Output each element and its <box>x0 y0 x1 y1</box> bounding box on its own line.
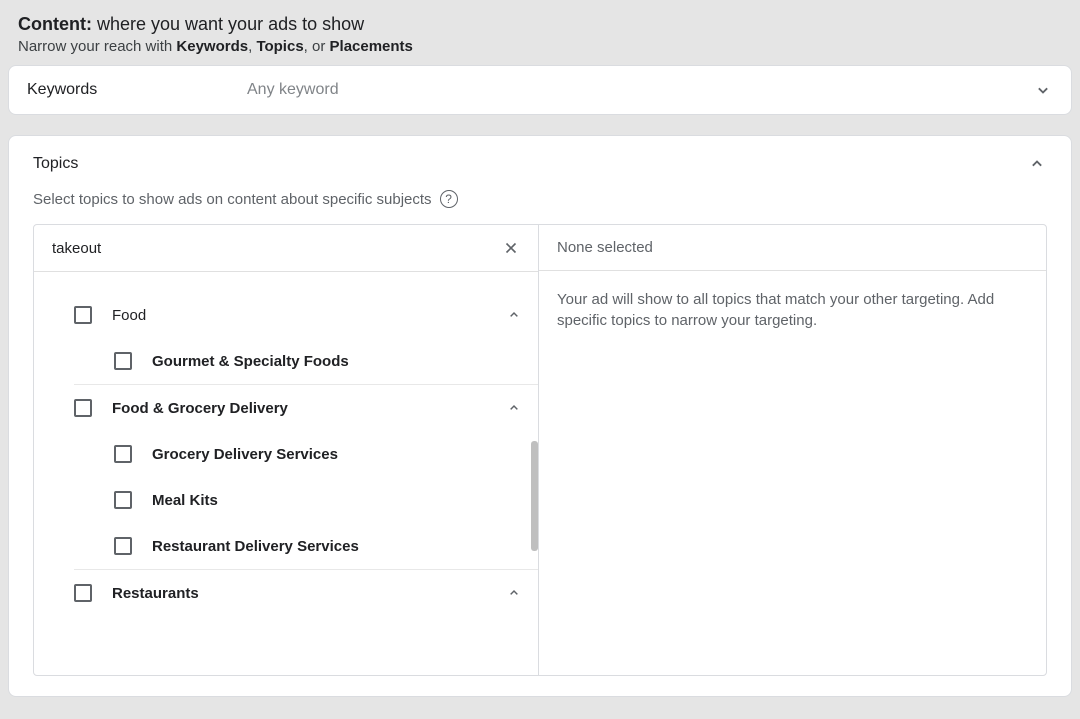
help-icon[interactable]: ? <box>440 190 458 208</box>
topic-label: Restaurant Delivery Services <box>152 538 538 555</box>
topic-row-mealkits[interactable]: Meal Kits <box>114 477 538 523</box>
subtitle-placements: Placements <box>330 38 413 55</box>
chevron-up-icon[interactable] <box>506 307 522 323</box>
topics-description: Select topics to show ads on content abo… <box>33 191 432 208</box>
topic-row-food[interactable]: Food <box>74 292 538 338</box>
topic-label: Food <box>112 307 506 324</box>
topic-label: Meal Kits <box>152 492 538 509</box>
checkbox[interactable] <box>74 399 92 417</box>
topics-tree: Food Gourmet & Specialty Foods Food & Gr… <box>34 272 538 626</box>
subtitle-a: Narrow your reach with <box>18 38 176 55</box>
topics-card: Topics Select topics to show ads on cont… <box>8 135 1072 697</box>
topic-row-restaurants[interactable]: Restaurants <box>74 569 538 616</box>
topic-label: Restaurants <box>112 585 506 602</box>
checkbox[interactable] <box>74 306 92 324</box>
keywords-label: Keywords <box>27 81 247 99</box>
content-header: Content: where you want your ads to show… <box>8 8 1072 65</box>
topic-row-restaurant-delivery[interactable]: Restaurant Delivery Services <box>114 523 538 569</box>
checkbox[interactable] <box>114 491 132 509</box>
content-title-rest: where you want your ads to show <box>92 14 364 34</box>
topic-row-gourmet[interactable]: Gourmet & Specialty Foods <box>114 338 538 384</box>
subtitle-c: , or <box>304 38 330 55</box>
selected-body: Your ad will show to all topics that mat… <box>539 271 1046 349</box>
subtitle-topics: Topics <box>256 38 303 55</box>
topic-label: Gourmet & Specialty Foods <box>152 353 538 370</box>
keywords-card[interactable]: Keywords Any keyword <box>8 65 1072 115</box>
topics-right-panel: None selected Your ad will show to all t… <box>539 225 1046 675</box>
content-title: Content: where you want your ads to show <box>18 14 1062 35</box>
checkbox[interactable] <box>74 584 92 602</box>
content-subtitle: Narrow your reach with Keywords, Topics,… <box>18 38 1062 55</box>
close-icon[interactable] <box>502 239 520 257</box>
checkbox[interactable] <box>114 445 132 463</box>
topics-panel: Food Gourmet & Specialty Foods Food & Gr… <box>33 224 1047 676</box>
topic-row-grocery[interactable]: Grocery Delivery Services <box>114 431 538 477</box>
topics-label: Topics <box>33 155 1027 173</box>
topics-left-panel: Food Gourmet & Specialty Foods Food & Gr… <box>34 225 539 675</box>
chevron-up-icon[interactable] <box>506 400 522 416</box>
chevron-up-icon <box>1027 154 1047 174</box>
content-title-strong: Content: <box>18 14 92 34</box>
topics-search-row <box>34 225 538 272</box>
topics-search-input[interactable] <box>52 240 502 257</box>
checkbox[interactable] <box>114 537 132 555</box>
keywords-value: Any keyword <box>247 81 1033 99</box>
topics-header[interactable]: Topics <box>9 136 1071 174</box>
topic-label: Grocery Delivery Services <box>152 446 538 463</box>
topic-label: Food & Grocery Delivery <box>112 400 506 417</box>
subtitle-keywords: Keywords <box>176 38 248 55</box>
topic-row-fgd[interactable]: Food & Grocery Delivery <box>74 384 538 431</box>
selected-header: None selected <box>539 225 1046 271</box>
topics-description-row: Select topics to show ads on content abo… <box>9 184 1071 224</box>
checkbox[interactable] <box>114 352 132 370</box>
scrollbar-thumb[interactable] <box>531 441 538 551</box>
chevron-down-icon <box>1033 80 1053 100</box>
chevron-up-icon[interactable] <box>506 585 522 601</box>
